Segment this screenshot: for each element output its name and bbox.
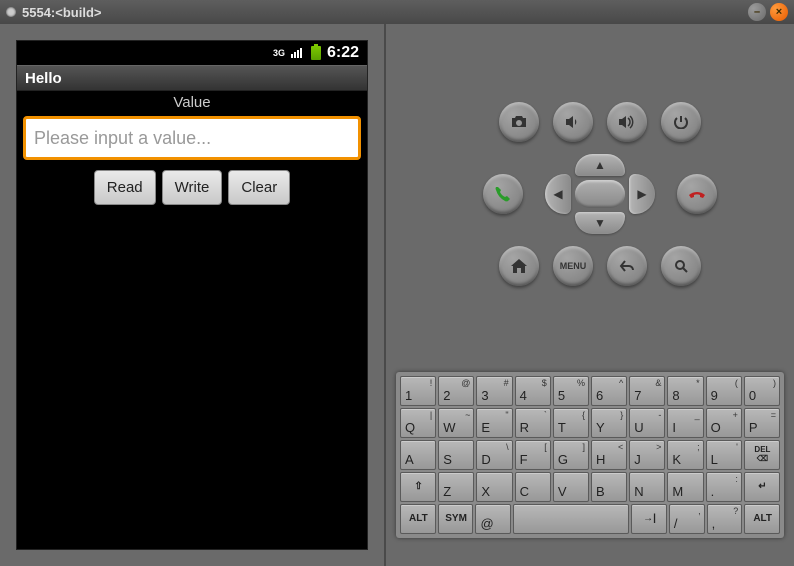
- device-screen: 3G 6:22 Hello Value Read Write Clear: [16, 40, 368, 550]
- window-title: 5554:<build>: [22, 5, 101, 20]
- key-j[interactable]: >J: [629, 440, 665, 470]
- key-v[interactable]: V: [553, 472, 589, 502]
- app-indicator-icon: [6, 7, 16, 17]
- menu-button[interactable]: MENU: [553, 246, 593, 286]
- key-s[interactable]: S: [438, 440, 474, 470]
- dpad-center[interactable]: [575, 180, 625, 208]
- volume-down-button[interactable]: [553, 102, 593, 142]
- key-1[interactable]: !1: [400, 376, 436, 406]
- key-6[interactable]: ^6: [591, 376, 627, 406]
- key-l[interactable]: 'L: [706, 440, 742, 470]
- clock: 6:22: [327, 44, 359, 62]
- key-q[interactable]: |Q: [400, 408, 436, 438]
- value-label: Value: [17, 91, 367, 114]
- signal-icon: [291, 46, 305, 61]
- key-m[interactable]: M: [667, 472, 703, 502]
- key-3[interactable]: #3: [476, 376, 512, 406]
- key-h[interactable]: <H: [591, 440, 627, 470]
- key-g[interactable]: ]G: [553, 440, 589, 470]
- key-n[interactable]: N: [629, 472, 665, 502]
- key-0[interactable]: )0: [744, 376, 780, 406]
- key-a[interactable]: A: [400, 440, 436, 470]
- key-/[interactable]: ,/: [669, 504, 705, 534]
- key-f[interactable]: [F: [515, 440, 551, 470]
- delete-key[interactable]: DEL⌫: [744, 440, 780, 470]
- key-z[interactable]: Z: [438, 472, 474, 502]
- key-.[interactable]: :.: [706, 472, 742, 502]
- clear-button[interactable]: Clear: [228, 170, 290, 205]
- power-button[interactable]: [661, 102, 701, 142]
- app-title: Hello: [25, 70, 62, 87]
- dpad-down[interactable]: ▼: [575, 212, 625, 234]
- key-i[interactable]: _I: [667, 408, 703, 438]
- sym-key[interactable]: SYM: [438, 504, 474, 534]
- end-call-button[interactable]: [677, 174, 717, 214]
- hardware-keyboard: !1@2#3$4%5^6&7*8(9)0 |Q~W"E`R{T}Y-U_I+O=…: [396, 372, 784, 538]
- alt-key[interactable]: ALT: [400, 504, 436, 534]
- value-input[interactable]: [23, 116, 361, 160]
- at-key[interactable]: @: [475, 504, 511, 534]
- dpad: ▲ ▼ ◀ ▶: [545, 154, 655, 234]
- dpad-up[interactable]: ▲: [575, 154, 625, 176]
- key-o[interactable]: +O: [706, 408, 742, 438]
- key-b[interactable]: B: [591, 472, 627, 502]
- key-w[interactable]: ~W: [438, 408, 474, 438]
- key-,[interactable]: ?,: [707, 504, 743, 534]
- read-button[interactable]: Read: [94, 170, 156, 205]
- key-p[interactable]: =P: [744, 408, 780, 438]
- android-status-bar: 3G 6:22: [17, 41, 367, 65]
- write-button[interactable]: Write: [162, 170, 223, 205]
- key-r[interactable]: `R: [515, 408, 551, 438]
- key-7[interactable]: &7: [629, 376, 665, 406]
- shift-key[interactable]: ⇧: [400, 472, 436, 502]
- key-2[interactable]: @2: [438, 376, 474, 406]
- camera-button[interactable]: [499, 102, 539, 142]
- emulator-screen-pane: 3G 6:22 Hello Value Read Write Clear: [0, 24, 384, 566]
- window-titlebar: 5554:<build> – ×: [0, 0, 794, 24]
- volume-up-button[interactable]: [607, 102, 647, 142]
- key-5[interactable]: %5: [553, 376, 589, 406]
- call-button[interactable]: [483, 174, 523, 214]
- key-k[interactable]: ;K: [667, 440, 703, 470]
- key-u[interactable]: -U: [629, 408, 665, 438]
- minimize-button[interactable]: –: [748, 3, 766, 21]
- app-title-bar: Hello: [17, 65, 367, 91]
- emulator-controls-pane: ▲ ▼ ◀ ▶ MENU !1@2#3$4%5^6&7*8(9)0 |Q~W"E…: [386, 24, 794, 566]
- key-e[interactable]: "E: [476, 408, 512, 438]
- back-button[interactable]: [607, 246, 647, 286]
- search-button[interactable]: [661, 246, 701, 286]
- key-4[interactable]: $4: [515, 376, 551, 406]
- dpad-left[interactable]: ◀: [545, 174, 571, 214]
- key-d[interactable]: \D: [476, 440, 512, 470]
- key-c[interactable]: C: [515, 472, 551, 502]
- dpad-right[interactable]: ▶: [629, 174, 655, 214]
- key-x[interactable]: X: [476, 472, 512, 502]
- enter-key[interactable]: ↵: [744, 472, 780, 502]
- alt-key-right[interactable]: ALT: [744, 504, 780, 534]
- close-button[interactable]: ×: [770, 3, 788, 21]
- key-9[interactable]: (9: [706, 376, 742, 406]
- home-button[interactable]: [499, 246, 539, 286]
- space-key[interactable]: [513, 504, 629, 534]
- battery-icon: [311, 46, 321, 60]
- tab-key[interactable]: →|: [631, 504, 667, 534]
- network-indicator: 3G: [273, 48, 285, 58]
- key-y[interactable]: }Y: [591, 408, 627, 438]
- key-t[interactable]: {T: [553, 408, 589, 438]
- key-8[interactable]: *8: [667, 376, 703, 406]
